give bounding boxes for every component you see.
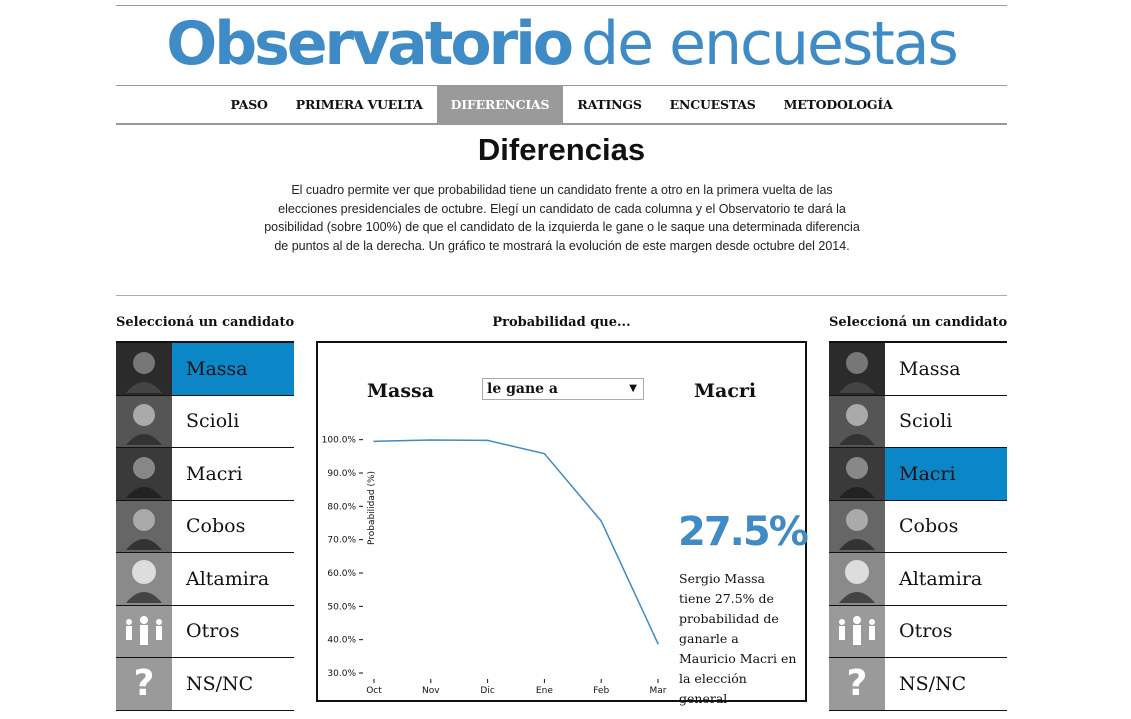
candidate-name: Massa [186,357,248,380]
left-candidate-cobos[interactable]: Cobos [116,500,294,553]
portrait-photo [116,395,172,447]
y-tick-label: 80.0% [327,502,356,512]
candidate-name: Otros [899,620,953,643]
portrait-photo [829,395,885,447]
portrait-photo [829,553,885,605]
right-candidate-macri[interactable]: Macri [829,448,1007,501]
candidate-name: Scioli [899,410,953,433]
candidate-name: Cobos [186,515,246,538]
right-candidate-scioli[interactable]: Scioli [829,395,1007,448]
data-point [430,439,432,441]
portrait-photo [116,448,172,500]
probability-value: 27.5% [678,509,809,555]
candidate-name: Scioli [186,410,240,433]
candidate-name: Cobos [899,515,959,538]
right-column-heading: Seleccioná un candidato [829,315,1008,330]
y-tick-label: 30.0% [327,669,356,679]
x-tick-label: Mar [650,686,667,696]
left-candidate-nsnc[interactable]: ? NS/NC [116,658,294,711]
portrait-photo [829,343,885,395]
y-tick-label: 50.0% [327,602,356,612]
series-line [373,439,659,644]
main-nav: PASO PRIMERA VUELTA DIFERENCIAS RATINGS … [116,85,1007,125]
page-title: Diferencias [477,132,646,167]
people-icon [116,605,172,657]
left-candidate-massa[interactable]: Massa [116,343,294,396]
portrait-photo [116,343,172,395]
candidate-name: Macri [186,462,243,485]
y-tick-label: 100.0% [322,436,357,446]
left-candidate-list: Massa Scioli Macri Cobos Altamira Otros … [116,341,294,711]
x-tick-label: Oct [366,686,382,696]
section-divider [116,295,1007,296]
candidate-name: Altamira [899,567,983,590]
data-point [543,452,546,455]
x-tick-label: Dic [480,686,494,696]
top-rule [116,5,1007,6]
data-point [600,520,602,522]
data-point [486,439,489,442]
left-candidate-otros[interactable]: Otros [116,605,294,658]
comparison-panel: Massa le gane a ▼ Macri 100.0% 90.0% 80.0%… [316,341,809,706]
y-tick-label: 40.0% [327,636,356,646]
portrait-photo [116,500,172,552]
data-point [373,440,375,443]
left-candidate-altamira[interactable]: Altamira [116,553,294,606]
x-tick-label: Ene [536,686,553,696]
candidate-name: Altamira [186,567,270,590]
right-candidate-otros[interactable]: Otros [829,605,1007,658]
y-axis-label: Probabilidad (%) [367,471,377,545]
site-logo[interactable]: Observatorio de encuestas [116,8,1007,82]
site-title-bold: Observatorio [166,9,574,79]
right-candidate-altamira[interactable]: Altamira [829,553,1007,606]
nav-item-diferencias[interactable]: DIFERENCIAS [436,86,564,123]
right-candidate-nsnc[interactable]: ? NS/NC [829,658,1007,711]
x-tick-label: Nov [422,686,440,696]
y-tick-label: 70.0% [327,536,356,546]
nav-item-metodologia[interactable]: METODOLOGÍA [770,86,907,123]
candidate-name: NS/NC [186,672,254,695]
left-column-heading: Seleccioná un candidato [116,315,295,330]
intro-text: El cuadro permite ver que probabilidad t… [264,183,860,253]
question-icon: ? [116,658,172,710]
portrait-photo [116,553,172,605]
x-tick-label: Feb [593,686,609,696]
question-icon: ? [829,658,885,710]
candidate-name: Otros [186,620,240,643]
y-tick-label: 90.0% [327,469,356,479]
people-icon [829,605,885,657]
chart-heading: Probabilidad que... [492,315,631,330]
nav-item-encuestas[interactable]: ENCUESTAS [656,86,770,123]
nav-item-ratings[interactable]: RATINGS [563,86,655,123]
right-candidate-cobos[interactable]: Cobos [829,500,1007,553]
portrait-photo [829,500,885,552]
candidate-name: Massa [899,357,961,380]
data-point [657,642,659,645]
right-candidate-list: Massa Scioli Macri Cobos Altamira Otros … [829,341,1007,711]
portrait-photo [829,448,885,500]
left-candidate-scioli[interactable]: Scioli [116,395,294,448]
nav-item-primera-vuelta[interactable]: PRIMERA VUELTA [282,86,437,123]
y-tick-label: 60.0% [327,569,356,579]
site-title-light: de encuestas [581,9,959,79]
left-candidate-macri[interactable]: Macri [116,448,294,501]
candidate-name: NS/NC [899,672,967,695]
candidate-name: Macri [899,462,956,485]
probability-summary: Sergio Massa tiene 27.5% de probabilidad… [679,571,797,706]
nav-item-paso[interactable]: PASO [216,86,281,123]
right-candidate-massa[interactable]: Massa [829,343,1007,396]
